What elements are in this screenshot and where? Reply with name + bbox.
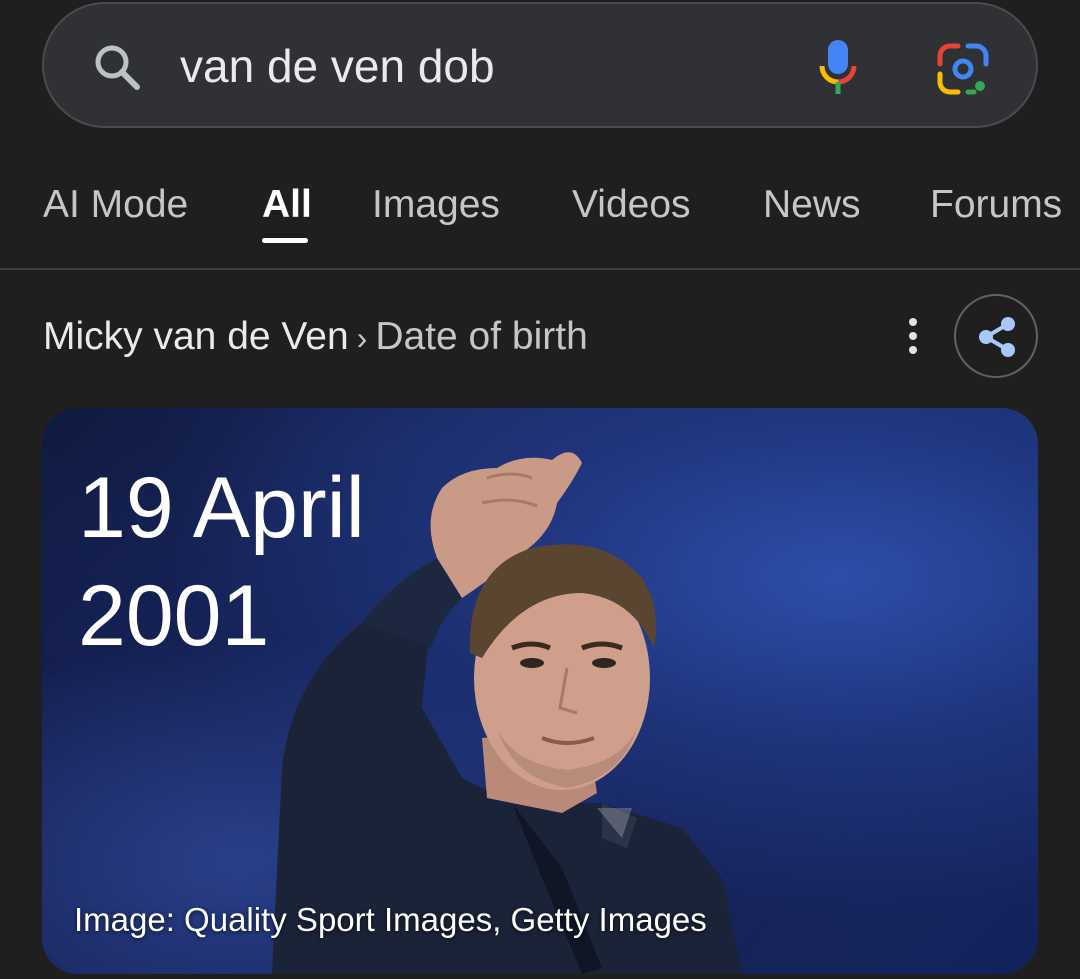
google-lens-icon[interactable] [936,42,990,96]
share-button[interactable] [954,294,1038,378]
tabs-divider [0,268,1080,270]
search-bar[interactable]: van de ven dob [42,2,1038,128]
tab-news[interactable]: News [763,180,861,230]
tab-images[interactable]: Images [372,180,500,230]
breadcrumb-separator: › [356,320,368,356]
search-icon[interactable] [92,42,142,92]
search-results-page: van de ven dob AI Mode All Images Videos… [0,0,1080,979]
share-icon [979,317,1015,357]
breadcrumb-entity[interactable]: Micky van de Ven [43,315,349,358]
active-tab-indicator [262,238,308,243]
more-vert-icon[interactable] [898,314,928,358]
search-tabs: AI Mode All Images Videos News Forums [0,150,1080,270]
answer-line-1: 19 April [78,460,365,556]
tab-videos[interactable]: Videos [572,180,691,230]
image-credit: Image: Quality Sport Images, Getty Image… [74,901,707,938]
breadcrumb-attribute: Date of birth [375,315,588,358]
search-input[interactable]: van de ven dob [180,36,495,96]
answer-line-2: 2001 [78,568,270,664]
breadcrumb: Micky van de Ven › Date of birth [43,312,588,363]
tab-all[interactable]: All [262,180,312,230]
answer-card[interactable]: 19 April 2001 Image: Quality Sport Image… [42,408,1038,974]
date-of-birth-answer: 19 April 2001 [78,454,478,670]
tab-forums[interactable]: Forums [930,180,1062,230]
tab-ai-mode[interactable]: AI Mode [43,180,188,230]
mic-icon[interactable] [816,38,860,98]
